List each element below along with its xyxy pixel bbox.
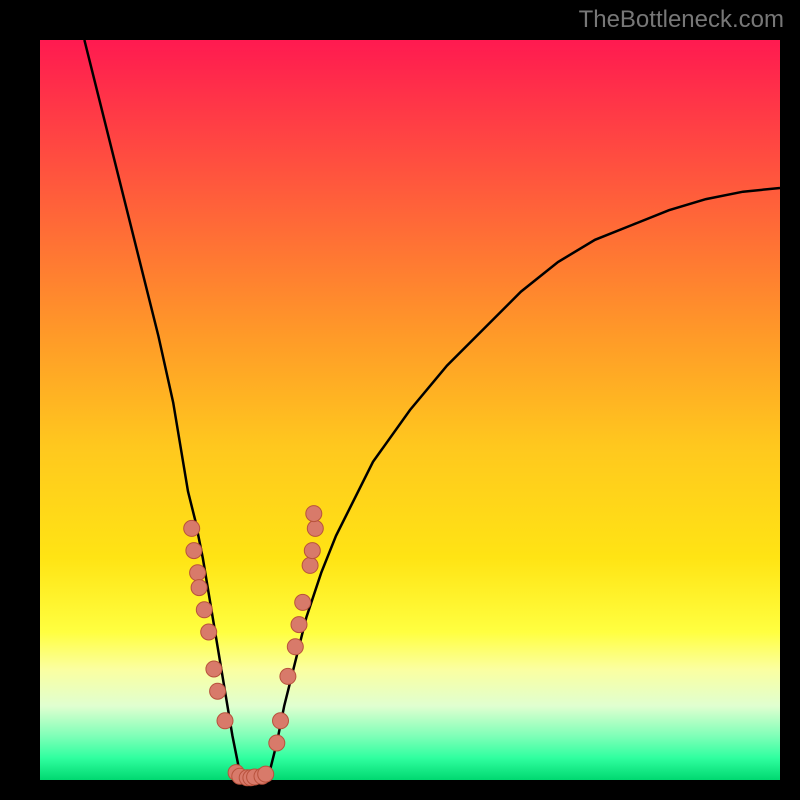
data-marker — [273, 713, 289, 729]
data-marker — [295, 594, 311, 610]
data-marker — [206, 661, 222, 677]
data-marker — [307, 520, 323, 536]
data-marker — [287, 639, 303, 655]
data-marker — [304, 543, 320, 559]
data-marker — [191, 580, 207, 596]
data-marker — [210, 683, 226, 699]
data-marker — [306, 506, 322, 522]
data-marker — [217, 713, 233, 729]
data-marker — [269, 735, 285, 751]
data-marker — [196, 602, 212, 618]
data-marker — [201, 624, 217, 640]
chart-svg — [0, 0, 800, 800]
data-marker — [186, 543, 202, 559]
data-marker — [258, 766, 274, 782]
data-marker — [302, 557, 318, 573]
bottleneck-curve — [84, 40, 780, 780]
watermark-label: TheBottleneck.com — [579, 6, 784, 34]
data-marker — [190, 565, 206, 581]
data-marker — [184, 520, 200, 536]
data-marker — [291, 617, 307, 633]
data-marker — [280, 668, 296, 684]
